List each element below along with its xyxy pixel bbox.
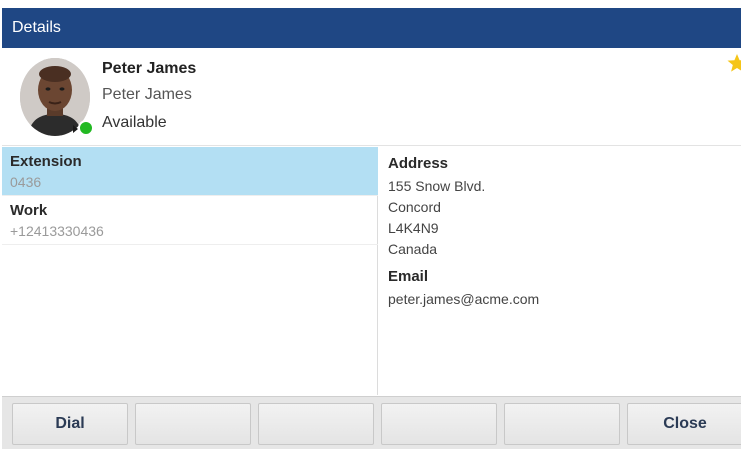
softkey-2[interactable] [135,403,251,445]
contact-details-screen: Details Peter James Peter James Availabl… [0,0,741,449]
title-bar: Details [2,8,741,48]
phone-item-extension[interactable]: Extension 0436 [2,147,378,196]
screen-title: Details [12,19,61,36]
contact-secondary-name: Peter James [102,86,192,103]
presence-dot-icon [78,120,94,136]
dial-button[interactable]: Dial [12,403,128,445]
phone-value: 0436 [10,174,42,190]
address-line: 155 Snow Blvd. [388,178,486,194]
presence-status: Available [102,114,167,131]
address-label: Address [388,155,449,172]
softkey-bar: Dial Close [2,396,741,449]
address-line: Concord [388,199,441,215]
phone-item-work[interactable]: Work +12413330436 [2,196,378,245]
email-value: peter.james@acme.com [388,291,540,307]
softkey-3[interactable] [258,403,374,445]
softkey-4[interactable] [381,403,497,445]
phone-numbers-list: Extension 0436 Work +12413330436 [2,147,378,395]
email-label: Email [388,268,429,285]
contact-info-panel: Address 155 Snow Blvd. Concord L4K4N9 Ca… [379,147,741,395]
address-line: Canada [388,241,438,257]
contact-header: Peter James Peter James Available [2,48,741,146]
phone-value: +12413330436 [10,223,104,239]
softkey-5[interactable] [504,403,620,445]
close-button[interactable]: Close [627,403,741,445]
favorite-star-icon[interactable] [727,54,741,72]
phone-label: Extension [10,153,82,170]
address-line: L4K4N9 [388,220,439,236]
phone-label: Work [10,202,48,219]
contact-name: Peter James [102,60,197,77]
